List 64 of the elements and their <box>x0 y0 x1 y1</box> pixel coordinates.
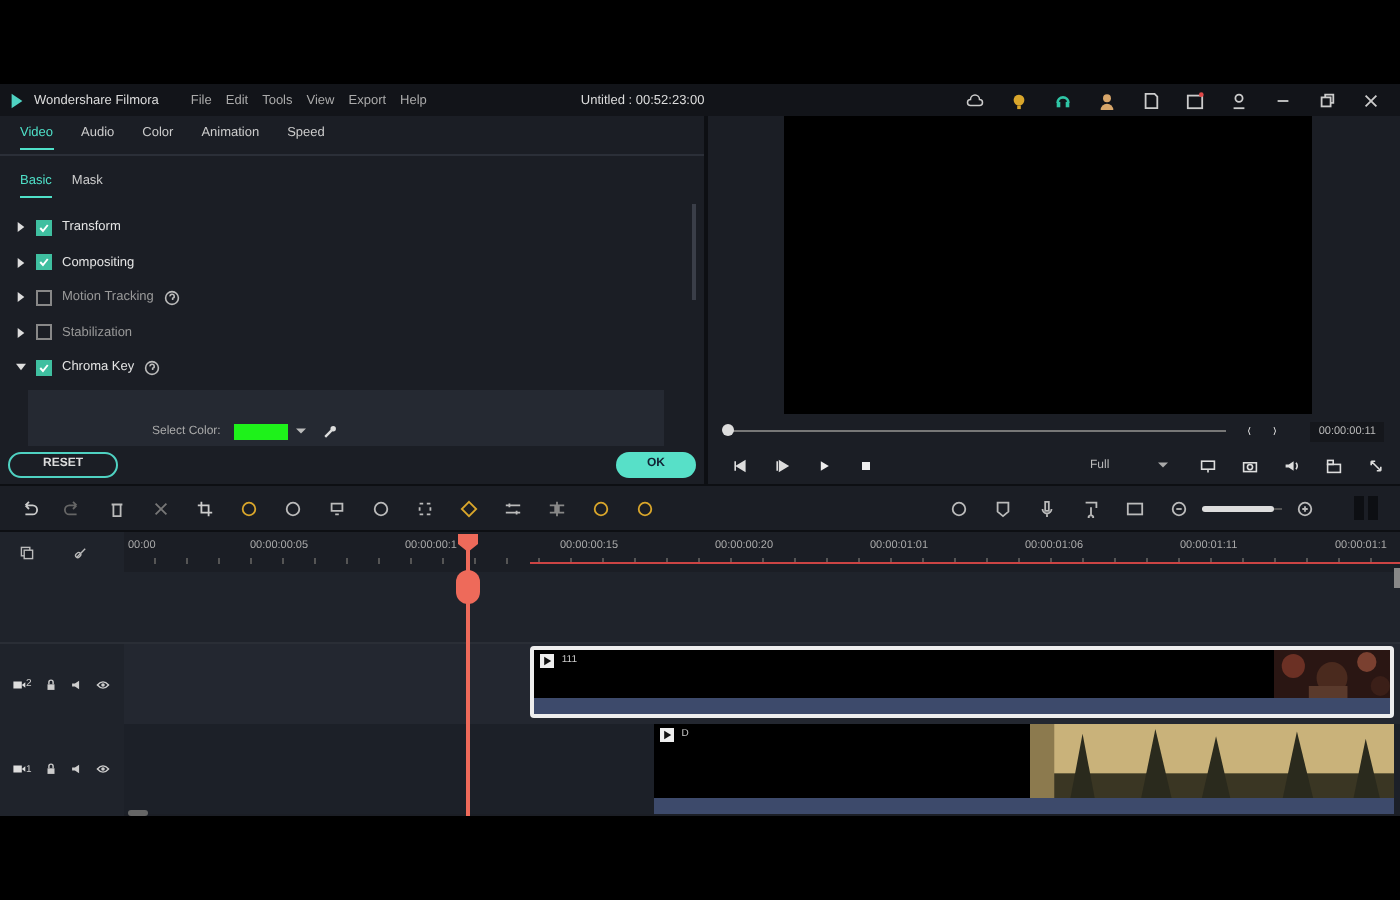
caret-icon[interactable] <box>16 362 26 373</box>
cloud-icon[interactable] <box>966 91 984 109</box>
caret-icon[interactable] <box>1157 460 1168 470</box>
focus-icon[interactable] <box>416 499 434 517</box>
adjust-icon[interactable] <box>504 499 522 517</box>
checkbox[interactable] <box>36 254 52 271</box>
caret-icon[interactable] <box>16 327 26 338</box>
mic-icon[interactable] <box>1038 499 1056 517</box>
zoom-out-icon[interactable] <box>1170 499 1188 517</box>
play-icon[interactable] <box>816 457 832 473</box>
caret-icon[interactable] <box>16 292 26 303</box>
split-handle[interactable] <box>456 570 481 604</box>
caret-icon[interactable] <box>16 222 26 233</box>
mark-out-icon[interactable] <box>1272 424 1279 438</box>
play-frame-icon[interactable] <box>774 457 790 473</box>
eye-icon[interactable] <box>95 677 110 691</box>
marker-icon[interactable] <box>994 499 1012 517</box>
bulb-icon[interactable] <box>1010 91 1028 109</box>
scissors-icon[interactable] <box>152 499 170 517</box>
scrollbar[interactable] <box>1394 568 1400 588</box>
help-icon[interactable] <box>163 289 180 306</box>
layout-icon[interactable] <box>1326 457 1342 473</box>
redo-icon[interactable] <box>64 499 82 517</box>
progress-thumb[interactable] <box>722 424 734 436</box>
restore-icon[interactable] <box>1318 91 1336 109</box>
play-icon <box>659 728 674 742</box>
playhead[interactable] <box>456 534 481 552</box>
checkbox[interactable] <box>36 359 52 376</box>
scrollbar[interactable] <box>128 810 148 816</box>
camera-icon[interactable] <box>1242 457 1258 473</box>
play-icon <box>539 654 554 668</box>
undo-icon[interactable] <box>20 499 38 517</box>
help-icon[interactable] <box>144 359 161 376</box>
eye-icon[interactable] <box>95 762 110 776</box>
trash-icon[interactable] <box>108 499 126 517</box>
previous-frame-icon[interactable] <box>732 457 748 473</box>
checkbox[interactable] <box>36 289 52 306</box>
eyedropper-icon[interactable] <box>322 423 339 439</box>
checkbox[interactable] <box>36 219 52 236</box>
speaker-icon[interactable] <box>69 677 84 691</box>
fullscreen-icon[interactable] <box>1368 457 1384 473</box>
close-icon[interactable] <box>1362 91 1380 109</box>
logo-icon <box>8 91 26 109</box>
color-swatch[interactable] <box>234 423 289 439</box>
headset-icon[interactable] <box>1054 91 1072 109</box>
speaker-icon[interactable] <box>69 762 84 776</box>
caret-icon[interactable] <box>16 257 26 268</box>
dropdown-icon[interactable] <box>296 425 307 435</box>
mark-in-icon[interactable] <box>1246 424 1253 438</box>
avatar-icon[interactable] <box>1098 91 1116 109</box>
crop-icon[interactable] <box>196 499 214 517</box>
film-icon <box>12 762 26 776</box>
stop-icon[interactable] <box>858 457 874 473</box>
lock-icon[interactable] <box>43 677 58 691</box>
speaker-icon[interactable] <box>1284 457 1300 473</box>
keyframe-icon[interactable] <box>460 499 478 517</box>
film-icon <box>12 677 26 691</box>
lock-icon[interactable] <box>43 762 58 776</box>
add-track-icon[interactable] <box>20 545 34 559</box>
checkbox[interactable] <box>36 324 52 341</box>
zoom-in-icon[interactable] <box>1296 499 1314 517</box>
scrollbar[interactable] <box>692 204 696 300</box>
monitor-icon[interactable] <box>1200 457 1216 473</box>
zoom-thumb[interactable] <box>1202 505 1274 511</box>
